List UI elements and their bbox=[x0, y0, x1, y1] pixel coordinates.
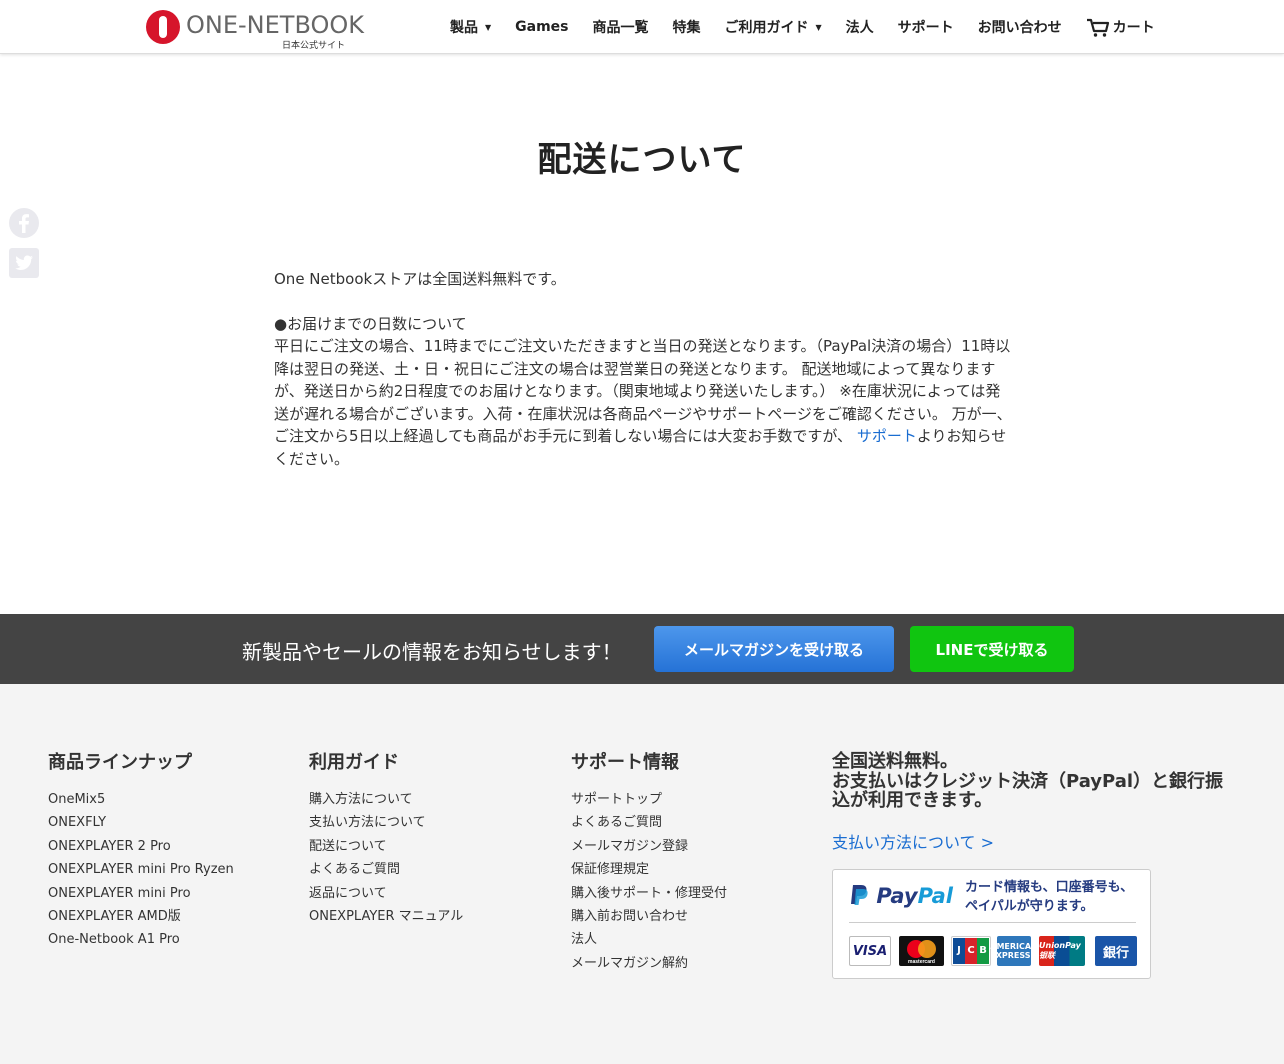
paypal-tagline-line2: ペイパルが守ります。 bbox=[965, 899, 1094, 914]
support-link[interactable]: サポート bbox=[857, 427, 917, 445]
newsletter-text: 新製品やセールの情報をお知らせします！ bbox=[242, 640, 622, 664]
footer-link[interactable]: メールマガジン登録 bbox=[571, 835, 727, 858]
footer-link[interactable]: 購入前お問い合わせ bbox=[571, 905, 727, 928]
caret-down-icon: ▼ bbox=[485, 22, 492, 32]
facebook-icon bbox=[9, 208, 39, 238]
footer-col-title: サポート情報 bbox=[571, 752, 679, 773]
footer-col-products: 商品ラインナップ OneMix5 ONEXFLY ONEXPLAYER 2 Pr… bbox=[48, 752, 234, 952]
footer-link[interactable]: 購入後サポート・修理受付 bbox=[571, 882, 727, 905]
footer-link[interactable]: よくあるご質問 bbox=[309, 858, 463, 881]
footer-link[interactable]: OneMix5 bbox=[48, 788, 234, 811]
nav-item-label: ご利用ガイド bbox=[724, 20, 809, 36]
footer-link[interactable]: メールマガジン解約 bbox=[571, 952, 727, 975]
payment-method-link[interactable]: 支払い方法について > bbox=[832, 829, 1232, 853]
page-title: 配送について bbox=[537, 140, 747, 180]
footer-link[interactable]: ONEXFLY bbox=[48, 811, 234, 834]
jcb-card-icon: JCB bbox=[951, 936, 991, 966]
twitter-icon bbox=[9, 248, 39, 278]
nav-item-product-list[interactable]: 商品一覧 bbox=[593, 17, 649, 37]
nav-item-label: 商品一覧 bbox=[592, 20, 649, 36]
footer-link[interactable]: One-Netbook A1 Pro bbox=[48, 928, 234, 951]
unionpay-card-icon: UnionPay 银联 bbox=[1039, 936, 1085, 966]
footer-link[interactable]: ONEXPLAYER 2 Pro bbox=[48, 835, 234, 858]
site-header: ONE-NETBOOK 日本公式サイト 製品 ▼ Games 商品一覧 特集 ご… bbox=[0, 0, 1284, 54]
mail-magazine-button[interactable]: メールマガジンを受け取る bbox=[654, 626, 894, 672]
footer-link[interactable]: ONEXPLAYER マニュアル bbox=[309, 905, 463, 928]
footer-col-guide: 利用ガイド 購入方法について 支払い方法について 配送について よくあるご質問 … bbox=[309, 752, 463, 928]
paypal-tagline: カード情報も、口座番号も、 ペイパルが守ります。 bbox=[965, 878, 1133, 916]
payment-lead-line2: お支払いはクレジット決済（PayPal）と銀行振込が利用できます。 bbox=[832, 770, 1224, 811]
nav-item-label: お問い合わせ bbox=[977, 20, 1062, 36]
footer-col-support: サポート情報 サポートトップ よくあるご質問 メールマガジン登録 保証修理規定 … bbox=[571, 752, 727, 975]
footer-col-title: 商品ラインナップ bbox=[48, 752, 192, 773]
share-facebook-button[interactable] bbox=[8, 207, 40, 239]
nav-item-business[interactable]: 法人 bbox=[846, 17, 874, 37]
nav-item-guide[interactable]: ご利用ガイド ▼ bbox=[725, 17, 822, 37]
nav-item-label: 法人 bbox=[845, 20, 874, 36]
paypal-tagline-line1: カード情報も、口座番号も、 bbox=[965, 880, 1134, 895]
nav-item-features[interactable]: 特集 bbox=[673, 17, 701, 37]
line-subscribe-button[interactable]: LINEで受け取る bbox=[910, 626, 1074, 672]
mastercard-card-icon: mastercard bbox=[899, 936, 944, 966]
footer-link[interactable]: ONEXPLAYER mini Pro bbox=[48, 882, 234, 905]
nav-item-games[interactable]: Games bbox=[515, 19, 568, 35]
footer-link[interactable]: サポートトップ bbox=[571, 788, 727, 811]
nav-item-label: 製品 bbox=[450, 20, 478, 36]
footer-link[interactable]: 保証修理規定 bbox=[571, 858, 727, 881]
paypal-p-icon bbox=[851, 885, 868, 905]
newsletter-bar: 新製品やセールの情報をお知らせします！ メールマガジンを受け取る LINEで受け… bbox=[0, 614, 1284, 684]
visa-card-icon: VISA bbox=[849, 936, 891, 966]
footer-link[interactable]: ONEXPLAYER AMD版 bbox=[48, 905, 234, 928]
social-share bbox=[8, 207, 40, 287]
footer-link[interactable]: ONEXPLAYER mini Pro Ryzen bbox=[48, 858, 234, 881]
shipping-body: 平日にご注文の場合、11時までにご注文いただきますと当日の発送となります。（Pa… bbox=[274, 335, 1014, 470]
paypal-banner: PayPal カード情報も、口座番号も、 ペイパルが守ります。 VISA mas… bbox=[832, 869, 1151, 979]
amex-card-icon: AMERICAN EXPRESS bbox=[990, 936, 1038, 966]
intro-text: One Netbookストアは全国送料無料です。 bbox=[274, 270, 566, 288]
nav-item-support[interactable]: サポート bbox=[898, 17, 954, 37]
shipping-content: One Netbookストアは全国送料無料です。 ●お届けまでの日数について 平… bbox=[274, 268, 1014, 470]
footer-link[interactable]: 配送について bbox=[309, 835, 463, 858]
logo-mark-icon bbox=[146, 10, 180, 44]
footer-link[interactable]: 購入方法について bbox=[309, 788, 463, 811]
logo-subtitle: 日本公式サイト bbox=[282, 41, 346, 51]
logo-text: ONE-NETBOOK bbox=[186, 11, 365, 39]
nav-item-label: Games bbox=[515, 19, 569, 35]
bank-transfer-icon: 銀行 bbox=[1095, 936, 1137, 966]
nav-item-label: 特集 bbox=[672, 20, 701, 36]
paypal-pay: Pay bbox=[876, 884, 918, 908]
main-nav: 製品 ▼ Games 商品一覧 特集 ご利用ガイド ▼ 法人 サポート お問い合… bbox=[450, 0, 1155, 54]
section-heading: ●お届けまでの日数について bbox=[274, 314, 467, 333]
payment-lead-line1: 全国送料無料。 bbox=[832, 751, 958, 772]
footer-col-title: 利用ガイド bbox=[309, 752, 399, 773]
site-footer: 商品ラインナップ OneMix5 ONEXFLY ONEXPLAYER 2 Pr… bbox=[0, 684, 1284, 1064]
share-twitter-button[interactable] bbox=[8, 247, 40, 279]
paypal-logo: PayPal bbox=[849, 884, 953, 908]
nav-item-contact[interactable]: お問い合わせ bbox=[978, 17, 1062, 37]
nav-item-label: カート bbox=[1112, 20, 1155, 36]
nav-item-cart[interactable]: カート bbox=[1086, 17, 1155, 37]
nav-item-label: サポート bbox=[897, 20, 954, 36]
divider bbox=[849, 922, 1136, 923]
caret-down-icon: ▼ bbox=[815, 22, 822, 32]
footer-link[interactable]: 法人 bbox=[571, 928, 727, 951]
footer-col-payment: 全国送料無料。 お支払いはクレジット決済（PayPal）と銀行振込が利用できます… bbox=[832, 752, 1232, 853]
cart-icon bbox=[1086, 18, 1109, 37]
site-logo[interactable]: ONE-NETBOOK 日本公式サイト bbox=[146, 9, 364, 51]
nav-item-products[interactable]: 製品 ▼ bbox=[450, 17, 491, 37]
footer-link[interactable]: よくあるご質問 bbox=[571, 811, 727, 834]
mastercard-label: mastercard bbox=[908, 959, 935, 965]
footer-link[interactable]: 返品について bbox=[309, 882, 463, 905]
footer-link[interactable]: 支払い方法について bbox=[309, 811, 463, 834]
payment-lead: 全国送料無料。 お支払いはクレジット決済（PayPal）と銀行振込が利用できます… bbox=[832, 752, 1232, 811]
paypal-pal: Pal bbox=[917, 884, 953, 908]
